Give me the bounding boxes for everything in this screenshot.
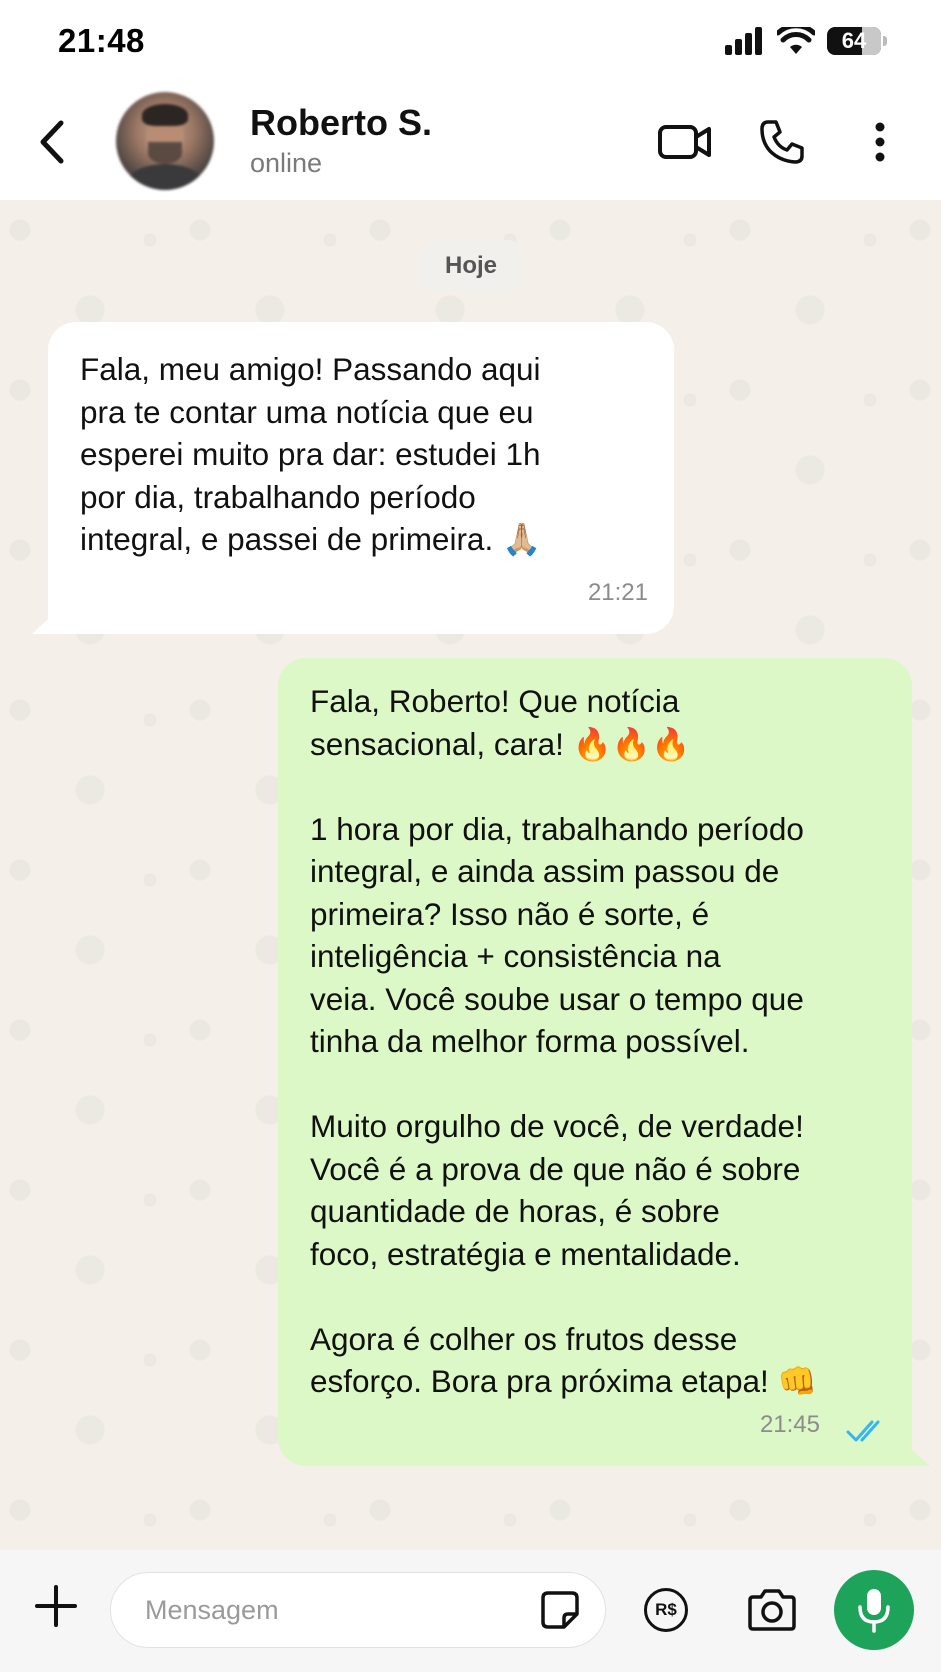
contact-name[interactable]: Roberto S. — [250, 102, 432, 144]
input-bar: R$ — [0, 1550, 941, 1672]
status-time: 21:48 — [58, 22, 145, 59]
video-call-button[interactable] — [655, 112, 715, 172]
voice-call-button[interactable] — [752, 112, 812, 172]
contact-status: online — [250, 148, 323, 178]
signal-icon — [725, 27, 762, 55]
voice-message-button[interactable] — [834, 1570, 914, 1650]
mic-icon — [858, 1589, 890, 1633]
avatar[interactable] — [116, 92, 214, 190]
plus-icon — [35, 1585, 77, 1627]
chat-header: Roberto S. online — [0, 86, 941, 200]
status-bar: 21:48 64 — [0, 0, 941, 86]
attach-button[interactable] — [30, 1580, 82, 1632]
more-options-button[interactable] — [850, 112, 910, 172]
battery-level: 64 — [841, 28, 867, 53]
camera-icon — [748, 1589, 796, 1631]
sticker-icon — [541, 1591, 579, 1629]
message-time: 21:45 — [759, 1410, 820, 1438]
back-icon — [40, 120, 64, 164]
chat-area[interactable]: Hoje Fala, meu amigo! Passando aqui pra … — [0, 200, 941, 1550]
double-check-icon — [846, 1420, 880, 1442]
video-call-icon — [658, 125, 711, 159]
sticker-button[interactable] — [538, 1588, 582, 1632]
date-divider: Hoje — [420, 240, 522, 292]
status-icons: 64 — [725, 26, 887, 56]
camera-button[interactable] — [744, 1584, 800, 1636]
outgoing-message[interactable]: Fala, Roberto! Que notícia sensacional, … — [278, 658, 912, 1466]
message-time: 21:21 — [587, 578, 648, 606]
message-text: Fala, Roberto! Que notícia sensacional, … — [310, 683, 817, 1399]
message-text: Fala, meu amigo! Passando aqui pra te co… — [80, 351, 542, 557]
back-button[interactable] — [30, 114, 74, 170]
more-vertical-icon — [875, 122, 885, 162]
pix-icon: R$ — [655, 1600, 677, 1619]
battery-icon: 64 — [827, 27, 887, 55]
phone-icon — [760, 120, 804, 164]
wifi-icon — [777, 27, 815, 54]
payment-button[interactable]: R$ — [644, 1588, 688, 1632]
incoming-message[interactable]: Fala, meu amigo! Passando aqui pra te co… — [48, 322, 674, 634]
message-input[interactable] — [110, 1572, 606, 1648]
